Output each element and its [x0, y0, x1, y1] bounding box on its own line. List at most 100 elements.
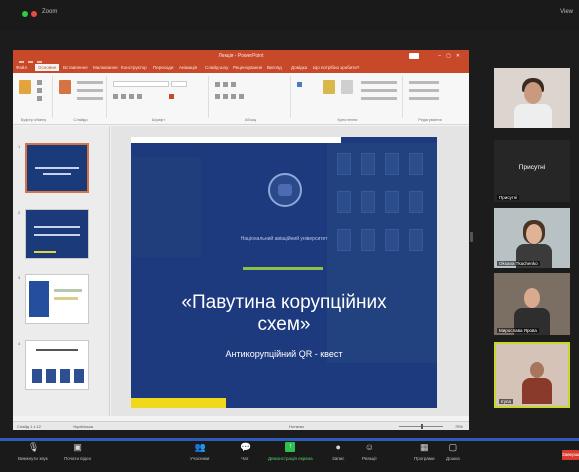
slide-thumbnail-1[interactable]: [25, 143, 89, 193]
align-right-icon[interactable]: [231, 94, 236, 99]
tab-file[interactable]: Файл: [16, 65, 27, 70]
chat-button[interactable]: 💬 Чат: [240, 442, 252, 461]
slide-university-name: Національний авіаційний університет: [240, 236, 328, 242]
font-name-select[interactable]: [113, 81, 169, 87]
group-label: Буфер обміну: [20, 117, 47, 122]
window-controls[interactable]: –▢✕: [438, 53, 465, 59]
participant-tile[interactable]: Мирослава Ярова: [494, 273, 570, 335]
toolbar-accent-stripe: [0, 438, 579, 441]
ribbon-group-drawing: Креслення: [293, 76, 403, 122]
reset-button[interactable]: [77, 89, 103, 92]
slide-accent-bar: [131, 398, 226, 408]
participant-tile[interactable]: Oksana Tkachenko: [494, 208, 570, 268]
cut-icon[interactable]: [37, 80, 42, 85]
reactions-label: Реакції: [362, 456, 377, 461]
tab-home[interactable]: Основне: [35, 64, 60, 71]
reactions-button[interactable]: ☺ Реакції: [362, 442, 377, 461]
share-screen-button[interactable]: ↑ Демонстрація екрана: [268, 442, 313, 461]
video-person-head: [524, 288, 540, 308]
participant-name: Iryna: [499, 399, 514, 404]
thumb-box: [60, 369, 70, 383]
shape-effects-button[interactable]: [361, 97, 397, 100]
security-icon[interactable]: [22, 11, 28, 17]
select-button[interactable]: [409, 97, 439, 100]
participant-tile-active-speaker[interactable]: Iryna: [494, 342, 570, 408]
apps-button[interactable]: ▦ Програми: [414, 442, 435, 461]
building-window: [409, 191, 423, 213]
new-slide-icon[interactable]: [59, 80, 71, 94]
underline-icon[interactable]: [129, 94, 134, 99]
thumb-text: [34, 234, 80, 236]
tab-review[interactable]: Рецензування: [233, 65, 262, 70]
record-button[interactable]: ● Запис: [332, 442, 344, 461]
participants-button[interactable]: 👥 Учасники: [190, 442, 209, 461]
bold-icon[interactable]: [113, 94, 118, 99]
participant-name: Oksana Tkachenko: [497, 261, 540, 266]
participant-tile[interactable]: [494, 68, 570, 128]
screen: Zoom View Лекція - PowerPoint –▢✕ Файл О…: [0, 0, 579, 472]
group-label: Слайди: [73, 117, 88, 122]
video-button[interactable]: ▣ Почати відео: [64, 442, 91, 461]
tab-view[interactable]: Вигляд: [267, 65, 282, 70]
bullets-icon[interactable]: [215, 82, 220, 87]
slide-title: «Павутина корупційних схем»: [131, 292, 437, 336]
zoom-slider-knob[interactable]: [421, 424, 423, 429]
whiteboard-label: Дошка: [446, 456, 460, 461]
align-center-icon[interactable]: [223, 94, 228, 99]
shape-fill-button[interactable]: [361, 81, 397, 84]
notes-button[interactable]: Нотатки: [289, 424, 304, 429]
mute-button[interactable]: 🎙 Вимкнути звук: [18, 442, 48, 461]
quick-styles-icon[interactable]: [341, 80, 353, 94]
slide-thumbnail-2[interactable]: [25, 209, 89, 259]
zoom-level[interactable]: 75%: [455, 424, 463, 429]
slide-thumbnail-3[interactable]: [25, 274, 89, 324]
thumb-box: [32, 369, 42, 383]
indent-icon[interactable]: [231, 82, 236, 87]
language-indicator[interactable]: Українська: [73, 424, 93, 429]
building-window: [337, 153, 351, 175]
end-meeting-button[interactable]: Завершити: [562, 450, 579, 460]
current-slide[interactable]: Національний авіаційний університет «Пав…: [131, 137, 437, 408]
slide-title-line2: схем»: [257, 314, 311, 335]
tab-help[interactable]: Довідка: [291, 65, 307, 70]
shape-outline-button[interactable]: [361, 89, 397, 92]
tab-slideshow[interactable]: Слайд-шоу: [205, 65, 228, 70]
arrange-icon[interactable]: [323, 80, 335, 94]
building-window: [409, 153, 423, 175]
copy-icon[interactable]: [37, 88, 42, 93]
participant-name: Мирослава Ярова: [497, 328, 539, 333]
slide-thumbnail-4[interactable]: [25, 340, 89, 390]
participant-name: Присутні: [497, 195, 520, 200]
mute-label: Вимкнути звук: [18, 456, 48, 461]
scrollbar[interactable]: [470, 232, 473, 242]
apps-icon: ▦: [419, 442, 429, 452]
find-button[interactable]: [409, 81, 439, 84]
layout-button[interactable]: [77, 81, 103, 84]
participants-gallery: Присутні Присутні Oksana Tkachenko Мирос…: [491, 60, 579, 440]
account-button[interactable]: [409, 53, 419, 59]
tab-insert[interactable]: Вставлення: [63, 65, 88, 70]
tab-transitions[interactable]: Переходи: [153, 65, 173, 70]
apps-label: Програми: [414, 456, 435, 461]
tab-design[interactable]: Конструктор: [121, 65, 147, 70]
align-left-icon[interactable]: [215, 94, 220, 99]
tell-me-search[interactable]: Що потрібно зробити?: [313, 65, 359, 70]
view-button[interactable]: View: [560, 9, 573, 15]
strikethrough-icon[interactable]: [137, 94, 142, 99]
tab-draw[interactable]: Малювання: [93, 65, 118, 70]
shapes-icon[interactable]: [297, 82, 302, 87]
whiteboard-button[interactable]: ▢ Дошка: [446, 442, 460, 461]
tab-animations[interactable]: Анімація: [179, 65, 197, 70]
building-window: [361, 153, 375, 175]
font-color-icon[interactable]: [169, 94, 174, 99]
chat-icon: 💬: [240, 442, 252, 452]
italic-icon[interactable]: [121, 94, 126, 99]
paste-icon[interactable]: [19, 80, 31, 94]
justify-icon[interactable]: [239, 94, 244, 99]
section-button[interactable]: [77, 97, 103, 100]
replace-button[interactable]: [409, 89, 439, 92]
font-size-select[interactable]: [171, 81, 187, 87]
participant-tile-header[interactable]: Присутні Присутні: [494, 140, 570, 202]
numbering-icon[interactable]: [223, 82, 228, 87]
format-painter-icon[interactable]: [37, 96, 42, 101]
